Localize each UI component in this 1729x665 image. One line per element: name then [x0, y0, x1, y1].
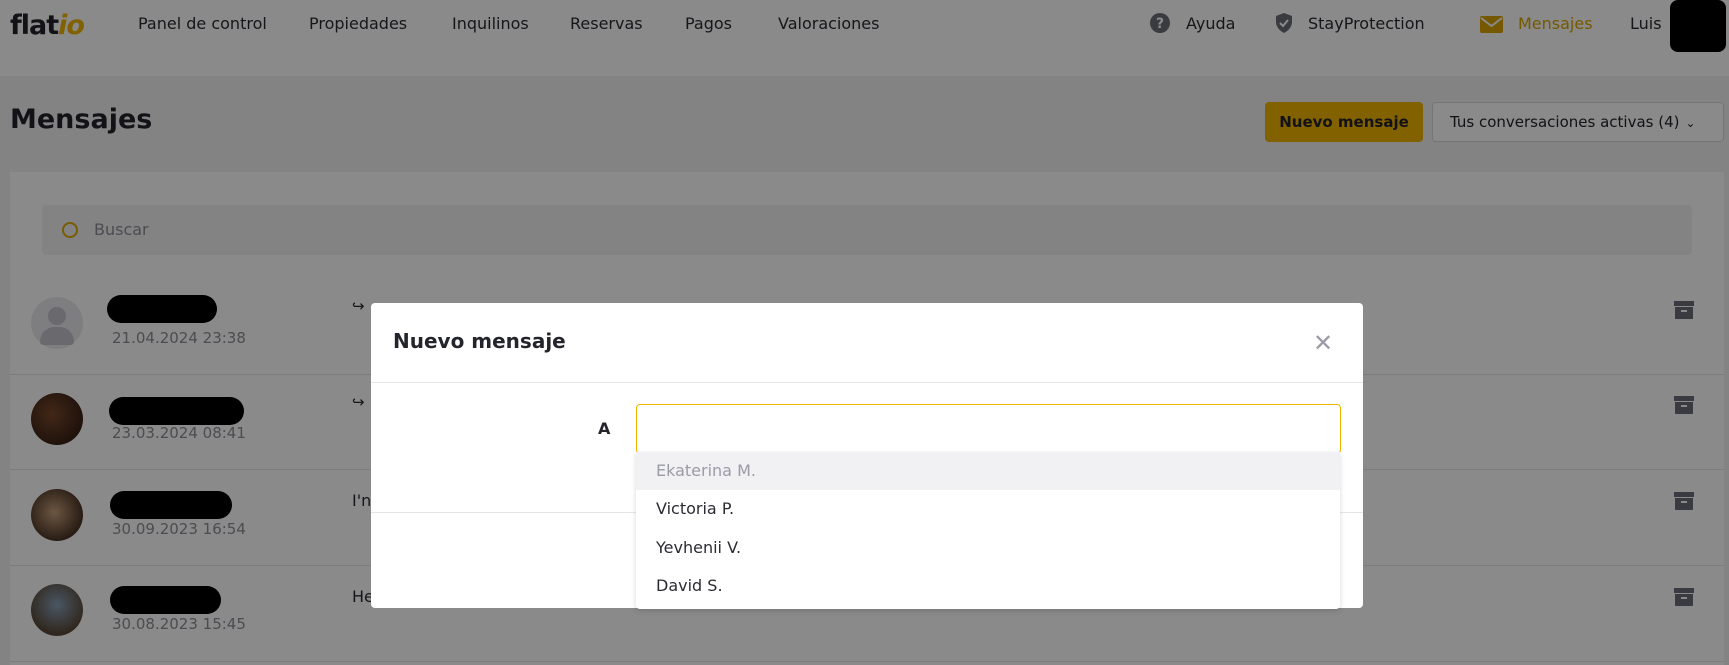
- suggestion-item[interactable]: Victoria P.: [636, 490, 1340, 528]
- recipient-suggestions: Ekaterina M. Victoria P. Yevhenii V. Dav…: [636, 452, 1340, 609]
- divider: [371, 382, 1363, 383]
- recipient-input[interactable]: [636, 404, 1341, 454]
- suggestion-item[interactable]: Yevhenii V.: [636, 529, 1340, 567]
- recipient-label: A: [598, 419, 611, 438]
- suggestion-item[interactable]: David S.: [636, 567, 1340, 605]
- modal-title: Nuevo mensaje: [393, 329, 566, 353]
- close-icon[interactable]: ✕: [1313, 331, 1333, 355]
- suggestion-item[interactable]: Ekaterina M.: [636, 452, 1340, 490]
